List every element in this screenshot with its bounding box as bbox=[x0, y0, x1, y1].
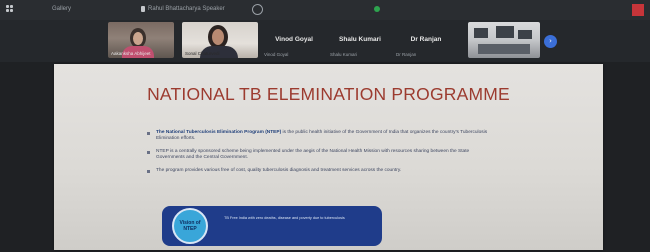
participant-caption: Vinod Goyal bbox=[264, 52, 289, 57]
toolbar-controls bbox=[350, 6, 600, 14]
participant-name: Aakanksha Abhijeet bbox=[111, 51, 151, 56]
close-window-button[interactable] bbox=[632, 4, 644, 16]
speaker-icon bbox=[141, 6, 145, 12]
participant-tile-video[interactable]: Aakanksha Abhijeet bbox=[108, 22, 174, 58]
participant-caption: Dr Ranjan bbox=[396, 52, 417, 57]
bullet-item: NTEP is a centrally sponsored scheme bei… bbox=[146, 149, 496, 161]
participant-tile-vinod-goyal[interactable]: Vinod Goyal Vinod Goyal bbox=[260, 22, 328, 58]
participant-caption: Shalu Kumari bbox=[330, 52, 358, 57]
meeting-toolbar: Gallery Rahul Bhattacharya Speaker bbox=[0, 0, 650, 20]
next-participants-button[interactable]: › bbox=[544, 35, 557, 48]
vision-badge: Vision of NTEP bbox=[172, 208, 208, 244]
participant-tile-dr-ranjan[interactable]: Dr Ranjan Dr Ranjan bbox=[392, 22, 460, 58]
vision-statement: TB Free India with zero deaths, disease … bbox=[224, 216, 345, 220]
view-mode-label[interactable]: Gallery bbox=[52, 6, 71, 12]
participant-name: Sonal Chaturvedi bbox=[185, 51, 220, 56]
active-speaker-label: Rahul Bhattacharya Speaker bbox=[148, 6, 225, 12]
bullet-text: NTEP is a centrally sponsored scheme bei… bbox=[156, 149, 470, 160]
bullet-text: The program provides various free of cos… bbox=[156, 168, 402, 173]
participant-tile-video[interactable] bbox=[468, 22, 540, 58]
participant-tile-shalu-kumari[interactable]: Shalu Kumari Shalu Kumari bbox=[326, 22, 394, 58]
participant-name: Dr Ranjan bbox=[410, 36, 442, 43]
participant-name: Vinod Goyal bbox=[275, 36, 313, 43]
participant-strip: Aakanksha Abhijeet Sonal Chaturvedi Vino… bbox=[0, 20, 650, 62]
gallery-view-icon[interactable] bbox=[6, 5, 16, 14]
bullet-list: The National Tuberculosis Elimination Pr… bbox=[146, 130, 496, 181]
bullet-lead: The National Tuberculosis Elimination Pr… bbox=[156, 130, 282, 135]
vision-label-line2: NTEP bbox=[183, 226, 197, 232]
bullet-item: The National Tuberculosis Elimination Pr… bbox=[146, 130, 496, 142]
vision-banner: Vision of NTEP TB Free India with zero d… bbox=[162, 206, 382, 246]
screen-share-area: NATIONAL TB ELEMINATION PROGRAMME The Na… bbox=[0, 62, 650, 252]
participant-name: Shalu Kumari bbox=[339, 36, 381, 43]
presentation-slide: NATIONAL TB ELEMINATION PROGRAMME The Na… bbox=[54, 64, 603, 250]
bullet-item: The program provides various free of cos… bbox=[146, 168, 496, 174]
slide-title: NATIONAL TB ELEMINATION PROGRAMME bbox=[147, 84, 510, 104]
clock-icon bbox=[252, 4, 263, 15]
participant-tile-video[interactable]: Sonal Chaturvedi bbox=[182, 22, 258, 58]
